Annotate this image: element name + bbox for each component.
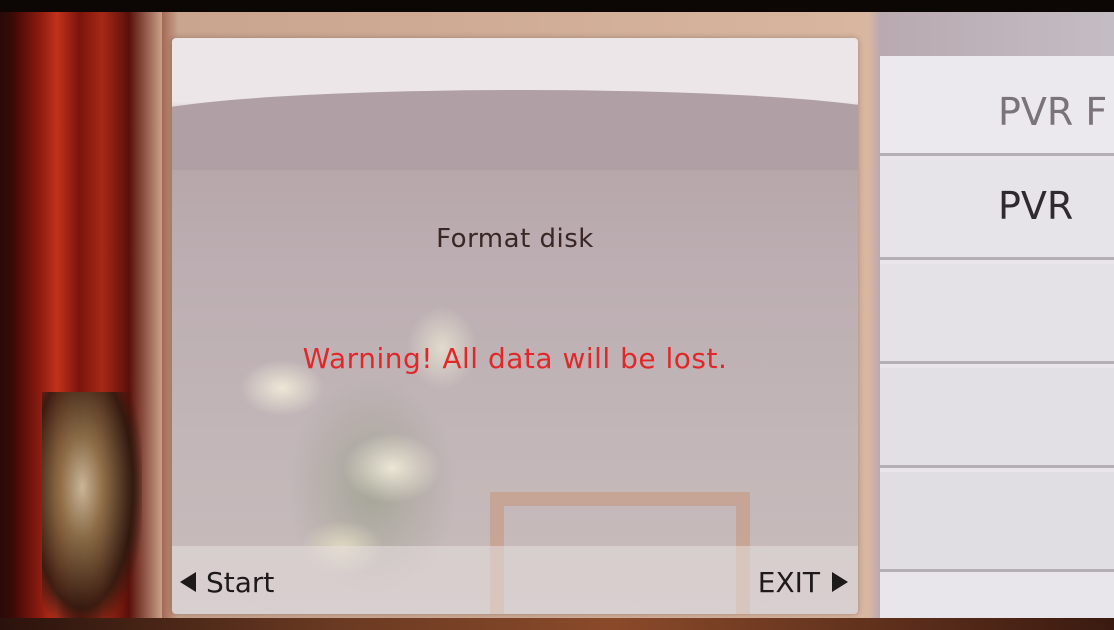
background-curtain <box>12 12 162 630</box>
background-decoration <box>42 392 142 630</box>
exit-button-label: EXIT <box>757 565 820 599</box>
exit-button[interactable]: EXIT <box>758 562 848 602</box>
menu-item-pvr[interactable]: PVR <box>880 160 1114 260</box>
menu-item-empty[interactable] <box>880 472 1114 572</box>
dialog-header-wave <box>172 90 858 170</box>
menu-item-pvr-file[interactable]: PVR F <box>880 56 1114 156</box>
screen-bezel-top <box>0 0 1114 12</box>
warning-message: Warning! All data will be lost. <box>302 342 728 375</box>
triangle-left-icon <box>180 572 196 592</box>
start-button[interactable]: Start <box>180 562 274 602</box>
tv-screen: Format disk Warning! All data will be lo… <box>0 0 1114 630</box>
dialog-title: Format disk <box>436 224 594 254</box>
menu-item-empty[interactable] <box>880 264 1114 364</box>
triangle-right-icon <box>832 572 848 592</box>
start-button-label: Start <box>206 565 275 599</box>
menu-item-label: PVR F <box>998 90 1108 134</box>
menu-item-label: PVR <box>998 184 1074 228</box>
dialog-footer: Start EXIT <box>172 546 858 614</box>
format-disk-dialog: Format disk Warning! All data will be lo… <box>172 38 858 614</box>
menu-item-empty[interactable] <box>880 368 1114 468</box>
pvr-side-menu: PVR F PVR <box>880 56 1114 618</box>
screen-bezel-bottom <box>0 618 1114 630</box>
